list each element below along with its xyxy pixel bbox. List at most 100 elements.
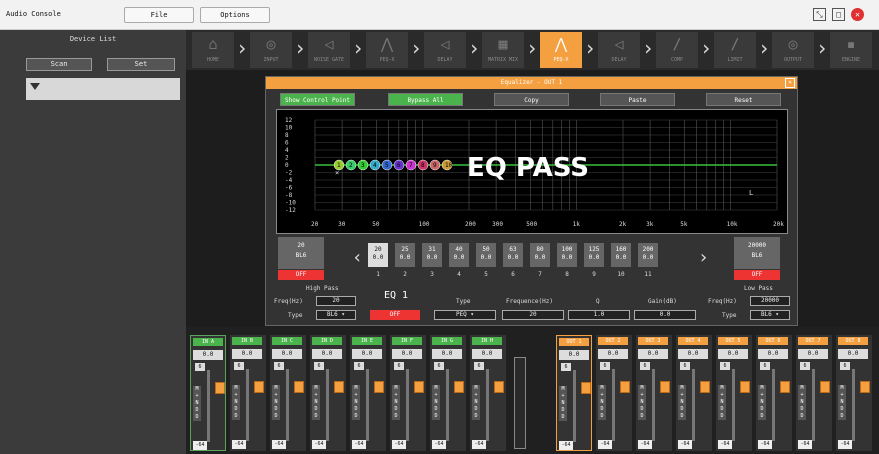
strip-fader-knob[interactable] bbox=[334, 381, 344, 393]
chain-block-12[interactable]: ▪ ENGINE bbox=[830, 32, 872, 68]
strip-gain-value[interactable]: 0.0 bbox=[798, 349, 828, 359]
eq-off-button[interactable]: OFF bbox=[370, 310, 420, 320]
file-menu[interactable]: File bbox=[124, 7, 194, 23]
strip-gain-value[interactable]: 0.0 bbox=[472, 349, 502, 359]
strip-name[interactable]: IN F bbox=[392, 337, 422, 345]
strip-gain-value[interactable]: 0.0 bbox=[432, 349, 462, 359]
channel-strip-out-3[interactable]: OUT 3 0.0 6 M + N D D -64 bbox=[636, 335, 672, 451]
channel-strip-in-a[interactable]: IN A 0.0 6 M + N D D -64 bbox=[190, 335, 226, 451]
copy-button[interactable]: Copy bbox=[494, 93, 569, 106]
lp-type-select[interactable]: BL6 ▾ bbox=[750, 310, 790, 320]
scan-button[interactable]: Scan bbox=[26, 58, 92, 71]
channel-strip-in-e[interactable]: IN E 0.0 6 M + N D D -64 bbox=[350, 335, 386, 451]
chevron-right-icon[interactable]: › bbox=[698, 247, 709, 268]
strip-gain-value[interactable]: 0.0 bbox=[312, 349, 342, 359]
expand-icon[interactable] bbox=[30, 83, 40, 90]
strip-fader-knob[interactable] bbox=[660, 381, 670, 393]
strip-name[interactable]: IN A bbox=[193, 338, 223, 346]
channel-strip-out-5[interactable]: OUT 5 0.0 6 M + N D D -64 bbox=[716, 335, 752, 451]
eq-band-2[interactable]: 25 0.0 bbox=[395, 243, 415, 267]
chain-block-7[interactable]: ⋀ PEQ-X bbox=[540, 32, 582, 68]
strip-gain-value[interactable]: 0.0 bbox=[352, 349, 382, 359]
bypass-all-button[interactable]: Bypass All bbox=[388, 93, 463, 106]
set-button[interactable]: Set bbox=[107, 58, 175, 71]
maximize-icon[interactable]: □ bbox=[832, 8, 845, 21]
channel-strip-out-8[interactable]: OUT 8 0.0 6 M + N D D -64 bbox=[836, 335, 872, 451]
chain-block-6[interactable]: ▦ MATRIX MIX bbox=[482, 32, 524, 68]
eq-freq-field[interactable]: 20 bbox=[502, 310, 564, 320]
chain-block-4[interactable]: ⋀ PEQ-X bbox=[366, 32, 408, 68]
strip-name[interactable]: OUT 7 bbox=[798, 337, 828, 345]
reset-button[interactable]: Reset bbox=[706, 93, 781, 106]
strip-fader-knob[interactable] bbox=[494, 381, 504, 393]
eq-band-1[interactable]: 20 0.0 bbox=[368, 243, 388, 267]
channel-strip-out-1[interactable]: OUT 1 0.0 6 M + N D D -64 bbox=[556, 335, 592, 451]
strip-name[interactable]: IN B bbox=[232, 337, 262, 345]
strip-name[interactable]: IN D bbox=[312, 337, 342, 345]
restore-icon[interactable]: ⤡ bbox=[813, 8, 826, 21]
low-pass-box[interactable]: 20000 BL6 bbox=[734, 237, 780, 269]
strip-gain-value[interactable]: 0.0 bbox=[598, 349, 628, 359]
chevron-left-icon[interactable]: ‹ bbox=[352, 247, 363, 268]
strip-name[interactable]: OUT 5 bbox=[718, 337, 748, 345]
strip-name[interactable]: OUT 2 bbox=[598, 337, 628, 345]
eq-graph[interactable]: 12 10 8 6 4 2 0 -2 -4 -6 -8 -10 -12 20 30 50 100 200 300 50… bbox=[276, 109, 788, 234]
channel-strip-out-6[interactable]: OUT 6 0.0 6 M + N D D -64 bbox=[756, 335, 792, 451]
eq-band-7[interactable]: 80 0.0 bbox=[530, 243, 550, 267]
eq-band-5[interactable]: 50 0.0 bbox=[476, 243, 496, 267]
strip-gain-value[interactable]: 0.0 bbox=[272, 349, 302, 359]
channel-strip-out-7[interactable]: OUT 7 0.0 6 M + N D D -64 bbox=[796, 335, 832, 451]
strip-gain-value[interactable]: 0.0 bbox=[193, 350, 223, 360]
strip-fader-knob[interactable] bbox=[581, 382, 591, 394]
chain-block-2[interactable]: ◎ INPUT bbox=[250, 32, 292, 68]
show-control-point-button[interactable]: Show Control Point bbox=[280, 93, 355, 106]
chain-block-5[interactable]: ◁ DELAY bbox=[424, 32, 466, 68]
eq-q-field[interactable]: 1.0 bbox=[568, 310, 630, 320]
channel-strip-in-g[interactable]: IN G 0.0 6 M + N D D -64 bbox=[430, 335, 466, 451]
strip-name[interactable]: IN C bbox=[272, 337, 302, 345]
strip-gain-value[interactable]: 0.0 bbox=[559, 350, 589, 360]
eq-gain-field[interactable]: 0.0 bbox=[634, 310, 696, 320]
chain-block-8[interactable]: ◁ DELAY bbox=[598, 32, 640, 68]
strip-fader-knob[interactable] bbox=[820, 381, 830, 393]
strip-fader-knob[interactable] bbox=[860, 381, 870, 393]
channel-strip-in-h[interactable]: IN H 0.0 6 M + N D D -64 bbox=[470, 335, 506, 451]
channel-strip-in-d[interactable]: IN D 0.0 6 M + N D D -64 bbox=[310, 335, 346, 451]
strip-fader-knob[interactable] bbox=[254, 381, 264, 393]
strip-name[interactable]: OUT 6 bbox=[758, 337, 788, 345]
eq-type-select[interactable]: PEQ ▾ bbox=[434, 310, 496, 320]
strip-fader-knob[interactable] bbox=[454, 381, 464, 393]
hp-freq-field[interactable]: 20 bbox=[316, 296, 356, 306]
chain-block-3[interactable]: ◁ NOISE GATE bbox=[308, 32, 350, 68]
options-menu[interactable]: Options bbox=[200, 7, 270, 23]
chain-block-9[interactable]: ∕ COMP bbox=[656, 32, 698, 68]
chain-block-1[interactable]: ⌂ HOME bbox=[192, 32, 234, 68]
device-row[interactable] bbox=[26, 78, 180, 100]
channel-strip-out-4[interactable]: OUT 4 0.0 6 M + N D D -64 bbox=[676, 335, 712, 451]
eq-band-8[interactable]: 100 0.0 bbox=[557, 243, 577, 267]
lp-off-button[interactable]: OFF bbox=[734, 270, 780, 280]
eq-band-3[interactable]: 31 0.0 bbox=[422, 243, 442, 267]
strip-name[interactable]: OUT 4 bbox=[678, 337, 708, 345]
strip-fader-knob[interactable] bbox=[700, 381, 710, 393]
strip-name[interactable]: OUT 8 bbox=[838, 337, 868, 345]
strip-gain-value[interactable]: 0.0 bbox=[758, 349, 788, 359]
strip-fader-knob[interactable] bbox=[215, 382, 225, 394]
high-pass-box[interactable]: 20 BL6 bbox=[278, 237, 324, 269]
strip-name[interactable]: OUT 1 bbox=[559, 338, 589, 346]
strip-gain-value[interactable]: 0.0 bbox=[638, 349, 668, 359]
eq-band-11[interactable]: 200 0.0 bbox=[638, 243, 658, 267]
eq-band-4[interactable]: 40 0.0 bbox=[449, 243, 469, 267]
strip-gain-value[interactable]: 0.0 bbox=[718, 349, 748, 359]
hp-off-button[interactable]: OFF bbox=[278, 270, 324, 280]
close-icon[interactable]: ✕ bbox=[851, 8, 864, 21]
strip-gain-value[interactable]: 0.0 bbox=[838, 349, 868, 359]
strip-name[interactable]: IN G bbox=[432, 337, 462, 345]
hp-type-select[interactable]: BL6 ▾ bbox=[316, 310, 356, 320]
strip-fader-knob[interactable] bbox=[294, 381, 304, 393]
strip-fader-knob[interactable] bbox=[620, 381, 630, 393]
lp-freq-field[interactable]: 20000 bbox=[750, 296, 790, 306]
eq-band-6[interactable]: 63 0.0 bbox=[503, 243, 523, 267]
channel-strip-in-b[interactable]: IN B 0.0 6 M + N D D -64 bbox=[230, 335, 266, 451]
channel-strip-in-c[interactable]: IN C 0.0 6 M + N D D -64 bbox=[270, 335, 306, 451]
